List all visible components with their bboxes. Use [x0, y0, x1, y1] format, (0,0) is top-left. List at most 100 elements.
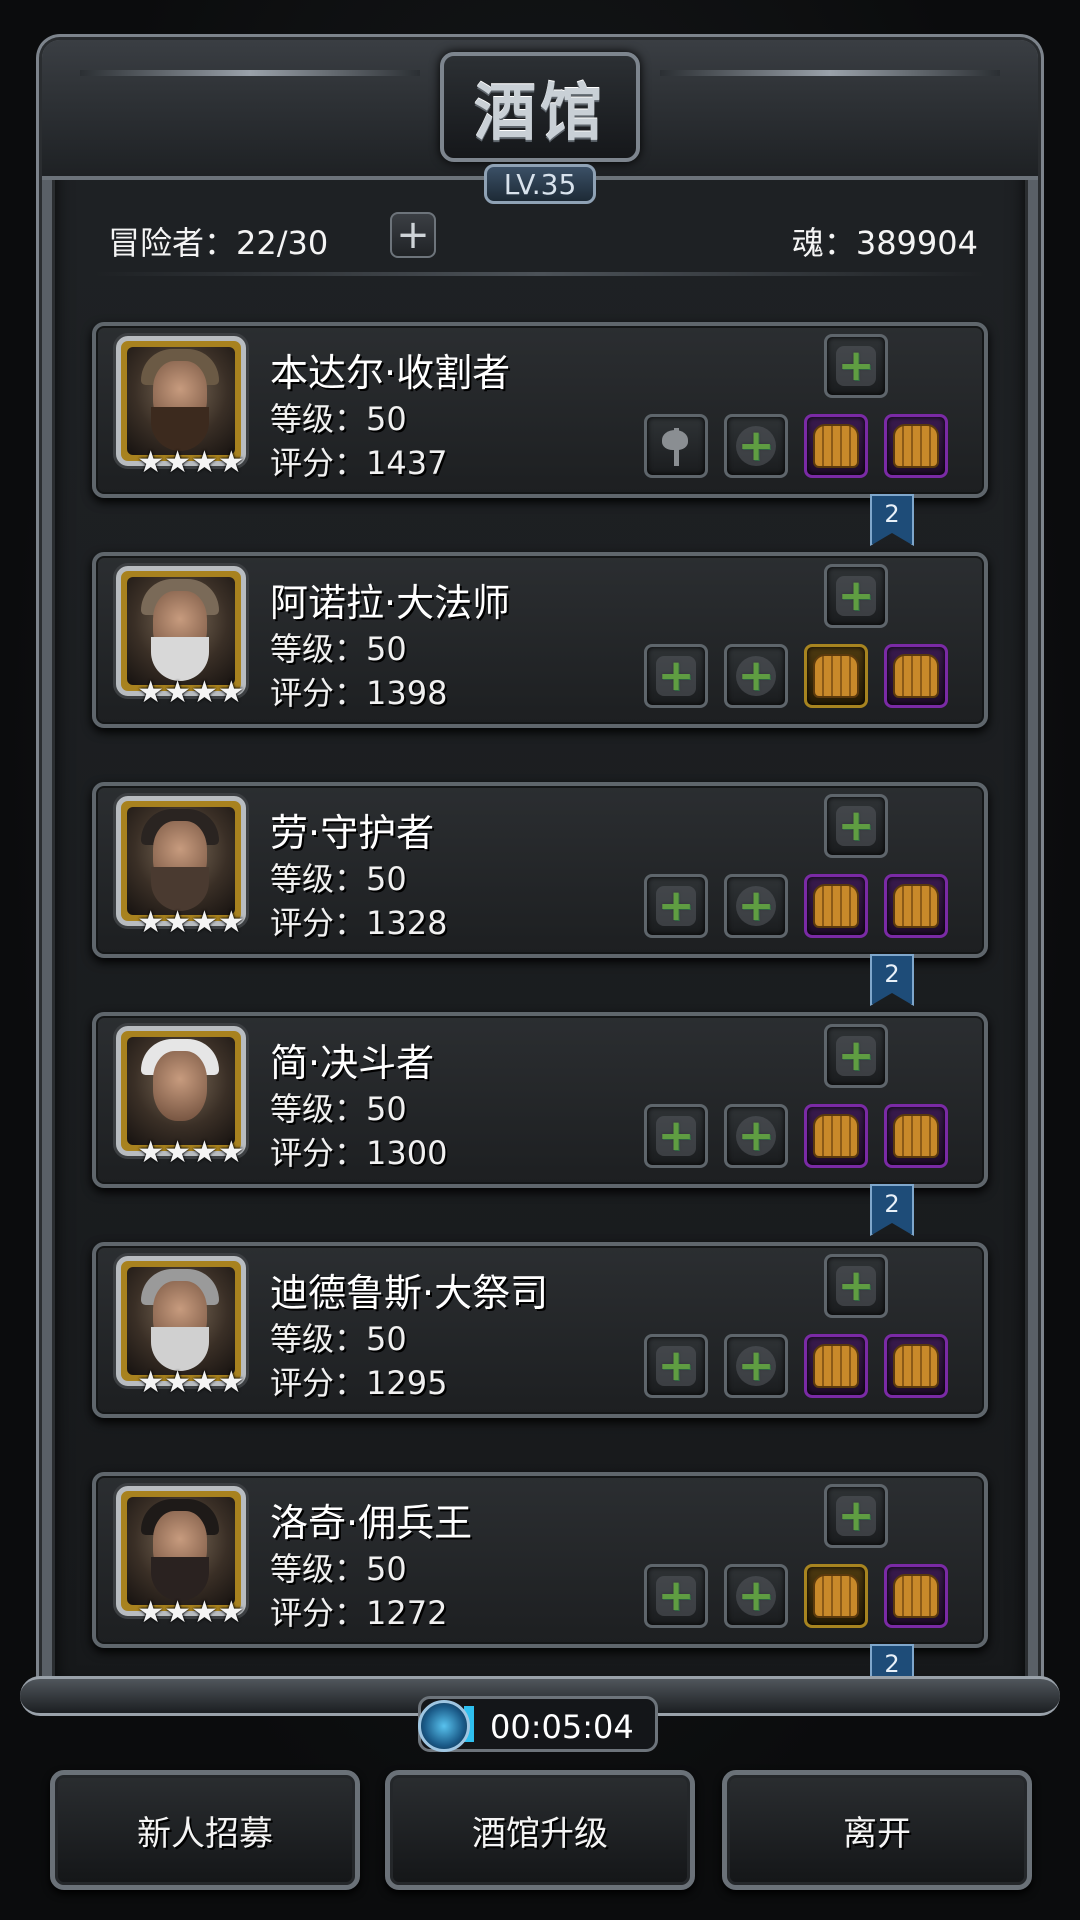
chest-icon: [813, 654, 859, 698]
hero-card[interactable]: ★★★★ 迪德鲁斯·大祭司 等级：50 评分：1295 +++: [92, 1242, 988, 1418]
hero-name: 洛奇·佣兵王: [270, 1501, 473, 1545]
accessory-slot-2[interactable]: [884, 644, 948, 708]
chest-icon: [893, 424, 939, 468]
armor-slot[interactable]: +: [724, 1334, 788, 1398]
hero-stars: ★★★★: [137, 675, 245, 710]
accessory-slot-2[interactable]: [884, 1564, 948, 1628]
recruit-button[interactable]: 新人招募: [50, 1770, 360, 1890]
header-row: 冒险者：22/30 + 魂：389904: [108, 212, 978, 262]
hero-stars: ★★★★: [137, 905, 245, 940]
hero-card[interactable]: ★★★★ 本达尔·收割者 等级：50 评分：1437 + +: [92, 322, 988, 498]
hero-score: 评分：1398: [270, 674, 448, 712]
add-adventurer-slot-button[interactable]: +: [390, 212, 436, 258]
hero-level: 等级：50: [270, 400, 407, 438]
chain-ornament-left: [80, 70, 420, 76]
hero-avatar: [127, 577, 235, 685]
header-divider: [92, 272, 988, 276]
hero-card[interactable]: ★★★★ 阿诺拉·大法师 等级：50 评分：1398 +++: [92, 552, 988, 728]
axe-icon: [656, 426, 696, 466]
timer-text: 00:05:04: [490, 1708, 634, 1746]
chest-icon: [813, 884, 859, 928]
hero-avatar: [127, 807, 235, 915]
hero-stars: ★★★★: [137, 1135, 245, 1170]
chest-icon: [813, 1114, 859, 1158]
hero-portrait[interactable]: ★★★★: [116, 1026, 246, 1170]
accessory-slot-2[interactable]: [884, 414, 948, 478]
hero-score: 评分：1328: [270, 904, 448, 942]
hero-card[interactable]: ★★★★ 洛奇·佣兵王 等级：50 评分：1272 +++: [92, 1472, 988, 1648]
hero-name: 简·决斗者: [270, 1041, 435, 1085]
clock-icon: [418, 1700, 470, 1752]
hero-avatar: [127, 1267, 235, 1375]
hero-name: 阿诺拉·大法师: [270, 581, 511, 625]
hero-level: 等级：50: [270, 1090, 407, 1128]
weapon-slot[interactable]: +: [644, 1104, 708, 1168]
hero-score: 评分：1300: [270, 1134, 448, 1172]
hero-card[interactable]: ★★★★ 劳·守护者 等级：50 评分：1328 +++: [92, 782, 988, 958]
chest-icon: [813, 424, 859, 468]
armor-slot[interactable]: +: [724, 874, 788, 938]
hero-portrait[interactable]: ★★★★: [116, 1486, 246, 1630]
hero-stars: ★★★★: [137, 445, 245, 480]
hero-name: 本达尔·收割者: [270, 351, 511, 395]
chain-ornament-right: [660, 70, 1000, 76]
armor-slot[interactable]: +: [724, 644, 788, 708]
hero-portrait[interactable]: ★★★★: [116, 796, 246, 940]
chest-icon: [813, 1344, 859, 1388]
adventurer-count: 冒险者：22/30: [108, 224, 329, 262]
accessory-slot-2[interactable]: [884, 1334, 948, 1398]
hero-portrait[interactable]: ★★★★: [116, 1256, 246, 1400]
title-plate: 酒馆: [440, 52, 640, 162]
chest-icon: [893, 1574, 939, 1618]
page-title: 酒馆: [473, 76, 606, 149]
soul-currency: 魂：389904: [791, 224, 978, 262]
accessory-slot-1[interactable]: [804, 1564, 868, 1628]
skill-slot-add-button[interactable]: +: [824, 334, 888, 398]
accessory-slot-1[interactable]: [804, 1334, 868, 1398]
skill-slot-add-button[interactable]: +: [824, 1484, 888, 1548]
chest-icon: [893, 1344, 939, 1388]
weapon-slot[interactable]: [644, 414, 708, 478]
hero-score: 评分：1437: [270, 444, 448, 482]
armor-slot[interactable]: +: [724, 1564, 788, 1628]
accessory-slot-1[interactable]: [804, 644, 868, 708]
hero-name: 劳·守护者: [270, 811, 435, 855]
accessory-slot-2[interactable]: [884, 1104, 948, 1168]
hero-level: 等级：50: [270, 860, 407, 898]
weapon-slot[interactable]: +: [644, 1564, 708, 1628]
upgrade-tavern-button[interactable]: 酒馆升级: [385, 1770, 695, 1890]
weapon-slot[interactable]: +: [644, 874, 708, 938]
hero-avatar: [127, 347, 235, 455]
hero-stars: ★★★★: [137, 1365, 245, 1400]
chest-icon: [813, 1574, 859, 1618]
skill-slot-add-button[interactable]: +: [824, 564, 888, 628]
hero-portrait[interactable]: ★★★★: [116, 336, 246, 480]
hero-score: 评分：1295: [270, 1364, 448, 1402]
leave-button[interactable]: 离开: [722, 1770, 1032, 1890]
hero-level: 等级：50: [270, 1320, 407, 1358]
chest-icon: [893, 1114, 939, 1158]
hero-score: 评分：1272: [270, 1594, 448, 1632]
hero-avatar: [127, 1037, 235, 1145]
hero-portrait[interactable]: ★★★★: [116, 566, 246, 710]
hero-level: 等级：50: [270, 630, 407, 668]
hero-level: 等级：50: [270, 1550, 407, 1588]
skill-slot-add-button[interactable]: +: [824, 794, 888, 858]
weapon-slot[interactable]: +: [644, 1334, 708, 1398]
chest-icon: [893, 654, 939, 698]
armor-slot[interactable]: +: [724, 1104, 788, 1168]
hero-name: 迪德鲁斯·大祭司: [270, 1271, 549, 1315]
hero-stars: ★★★★: [137, 1595, 245, 1630]
accessory-slot-1[interactable]: [804, 874, 868, 938]
skill-slot-add-button[interactable]: +: [824, 1024, 888, 1088]
accessory-slot-2[interactable]: [884, 874, 948, 938]
tavern-level-badge: LV.35: [484, 164, 596, 204]
accessory-slot-1[interactable]: [804, 1104, 868, 1168]
chest-icon: [893, 884, 939, 928]
hero-avatar: [127, 1497, 235, 1605]
hero-card[interactable]: ★★★★ 简·决斗者 等级：50 评分：1300 +++: [92, 1012, 988, 1188]
armor-slot[interactable]: +: [724, 414, 788, 478]
accessory-slot-1[interactable]: [804, 414, 868, 478]
skill-slot-add-button[interactable]: +: [824, 1254, 888, 1318]
weapon-slot[interactable]: +: [644, 644, 708, 708]
